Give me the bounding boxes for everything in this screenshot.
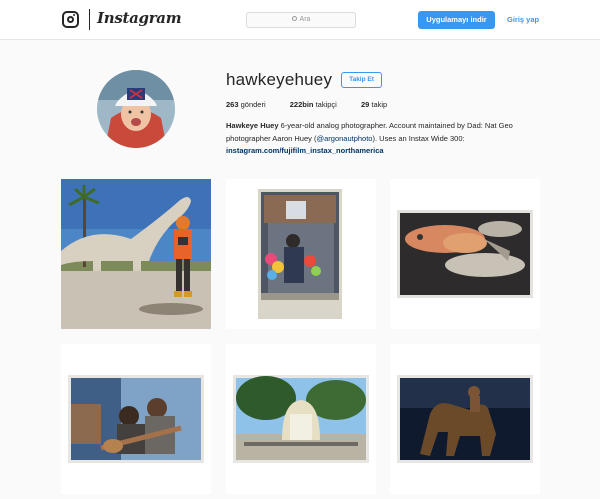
post-photo-balloon-man	[226, 179, 376, 329]
profile-username: hawkeyehuey	[226, 70, 333, 89]
login-link[interactable]: Giriş yap	[507, 15, 539, 24]
post-tile[interactable]	[390, 344, 540, 494]
follow-button[interactable]: Takip Et	[341, 72, 382, 88]
post-tile[interactable]	[390, 179, 540, 329]
bio-mention-link[interactable]: @argonautphoto	[316, 134, 372, 143]
post-photo-guitar-men	[61, 344, 211, 494]
posts-count-label: gönderi	[240, 100, 266, 109]
followers-count-label: takipçi	[315, 100, 337, 109]
followers-count[interactable]: 222bin takipçi	[290, 100, 337, 109]
posts-count-value: 263	[226, 100, 239, 109]
post-photo-horse-statue	[390, 344, 540, 494]
search-icon	[291, 16, 297, 21]
following-count-value: 29	[360, 100, 370, 109]
bio-website-link[interactable]: instagram.com/fujifilm_instax_northameri…	[226, 146, 384, 155]
instagram-camera-icon[interactable]	[62, 11, 79, 28]
logo-divider	[89, 9, 90, 30]
post-tile[interactable]	[61, 344, 211, 494]
post-photo-fish	[390, 179, 540, 329]
search-placeholder: Ara	[299, 16, 311, 23]
post-photo-fountain	[226, 344, 376, 494]
install-app-button[interactable]: Uygulamayı indir	[418, 11, 495, 29]
instagram-wordmark[interactable]: Instagram	[97, 9, 182, 27]
posts-count: 263 gönderi	[226, 100, 266, 109]
post-tile[interactable]	[61, 179, 211, 329]
followers-count-value: 222bin	[289, 100, 314, 109]
post-tile[interactable]	[226, 344, 376, 494]
following-count-label: takip	[371, 100, 388, 109]
post-tile[interactable]	[226, 179, 376, 329]
search-input[interactable]: Ara	[246, 12, 356, 28]
profile-stats: 263 gönderi 222bin takipçi 29 takip	[226, 100, 409, 109]
following-count[interactable]: 29 takip	[361, 100, 387, 109]
bio-text-end: ). Uses an Instax Wide 300:	[372, 133, 465, 143]
top-navigation-bar: Instagram Ara Uygulamayı indir Giriş yap	[0, 0, 600, 40]
profile-bio: Hawkeye Huey 6-year-old analog photograp…	[226, 120, 546, 158]
profile-avatar[interactable]	[97, 70, 175, 148]
post-photo-child-dinosaur	[61, 179, 211, 329]
bio-full-name: Hawkeye Huey	[226, 121, 279, 130]
